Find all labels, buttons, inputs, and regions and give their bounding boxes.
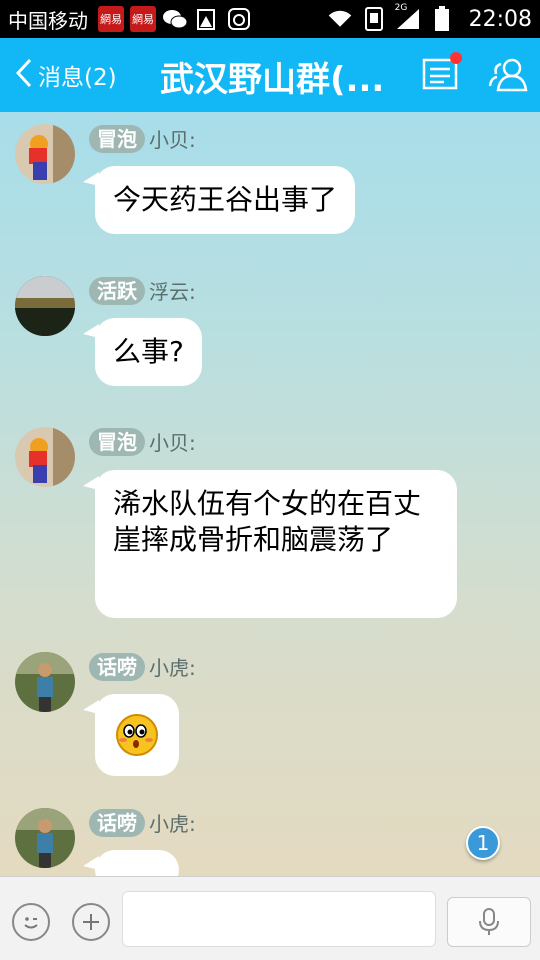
microphone-icon <box>479 908 499 935</box>
input-bar <box>0 876 540 960</box>
clock: 22:08 <box>468 6 532 32</box>
signal-icon: 2G <box>395 3 421 31</box>
member-rank-badge: 话唠 <box>89 808 145 837</box>
wifi-icon <box>327 7 353 31</box>
emoji-button[interactable] <box>12 903 50 941</box>
member-rank-badge: 冒泡 <box>89 427 145 456</box>
sender-name: 小虎: <box>149 656 196 680</box>
chat-header: 消息(2) 武汉野山群(... <box>0 38 540 112</box>
chevron-left-icon <box>14 57 34 93</box>
new-message-count-badge[interactable]: 1 <box>466 826 500 860</box>
member-rank-badge: 冒泡 <box>89 124 145 153</box>
back-button[interactable]: 消息(2) <box>0 38 140 112</box>
clipboard-alert-icon <box>194 7 220 31</box>
avatar[interactable] <box>15 427 75 487</box>
sim-icon <box>361 7 387 31</box>
voice-button[interactable] <box>447 897 531 947</box>
message-bubble[interactable]: 今天药王谷出事了 <box>82 166 356 234</box>
message-text: 浠水队伍有个女的在百丈崖摔成骨折和脑震荡了 <box>113 487 422 556</box>
group-members-icon <box>488 58 528 92</box>
chat-title: 武汉野山群(... <box>160 60 385 100</box>
netease-app-icon: 網易 <box>130 6 156 32</box>
message-bubble[interactable]: 么事? <box>83 318 202 386</box>
member-rank-badge: 话唠 <box>89 652 145 681</box>
avatar[interactable] <box>15 124 75 184</box>
netease-app-icon: 網易 <box>98 6 124 32</box>
message-bubble[interactable]: 浠水队伍有个女的在百丈崖摔成骨折和脑震荡了 <box>83 470 457 618</box>
smiley-icon <box>24 917 38 929</box>
avatar[interactable] <box>15 276 75 336</box>
message-bubble[interactable] <box>83 694 179 776</box>
plus-icon <box>83 914 99 930</box>
message-text: 今天药王谷出事了 <box>113 183 338 216</box>
sender-name: 浮云: <box>149 280 196 304</box>
battery-icon <box>429 6 455 31</box>
surprised-face-emoji-icon <box>116 714 158 756</box>
avatar[interactable] <box>15 652 75 712</box>
message-input[interactable] <box>122 891 436 947</box>
group-members-button[interactable] <box>486 52 530 96</box>
member-rank-badge: 活跃 <box>89 276 145 305</box>
carrier-name: 中国移动 <box>8 8 88 33</box>
avatar[interactable] <box>15 808 75 868</box>
message-text: 么事? <box>113 335 184 368</box>
sender-name: 小贝: <box>149 431 196 455</box>
sender-name: 小贝: <box>149 128 196 152</box>
back-label: 消息(2) <box>38 65 117 91</box>
group-notice-button[interactable] <box>418 52 462 96</box>
add-more-button[interactable] <box>72 903 110 941</box>
app-notification-icon <box>226 7 252 31</box>
notification-dot <box>450 52 462 64</box>
status-bar: 中国移动 網易 網易 2G 22:08 <box>0 0 540 38</box>
sender-name: 小虎: <box>149 812 196 836</box>
wechat-icon <box>162 7 188 31</box>
network-type: 2G <box>394 3 408 13</box>
